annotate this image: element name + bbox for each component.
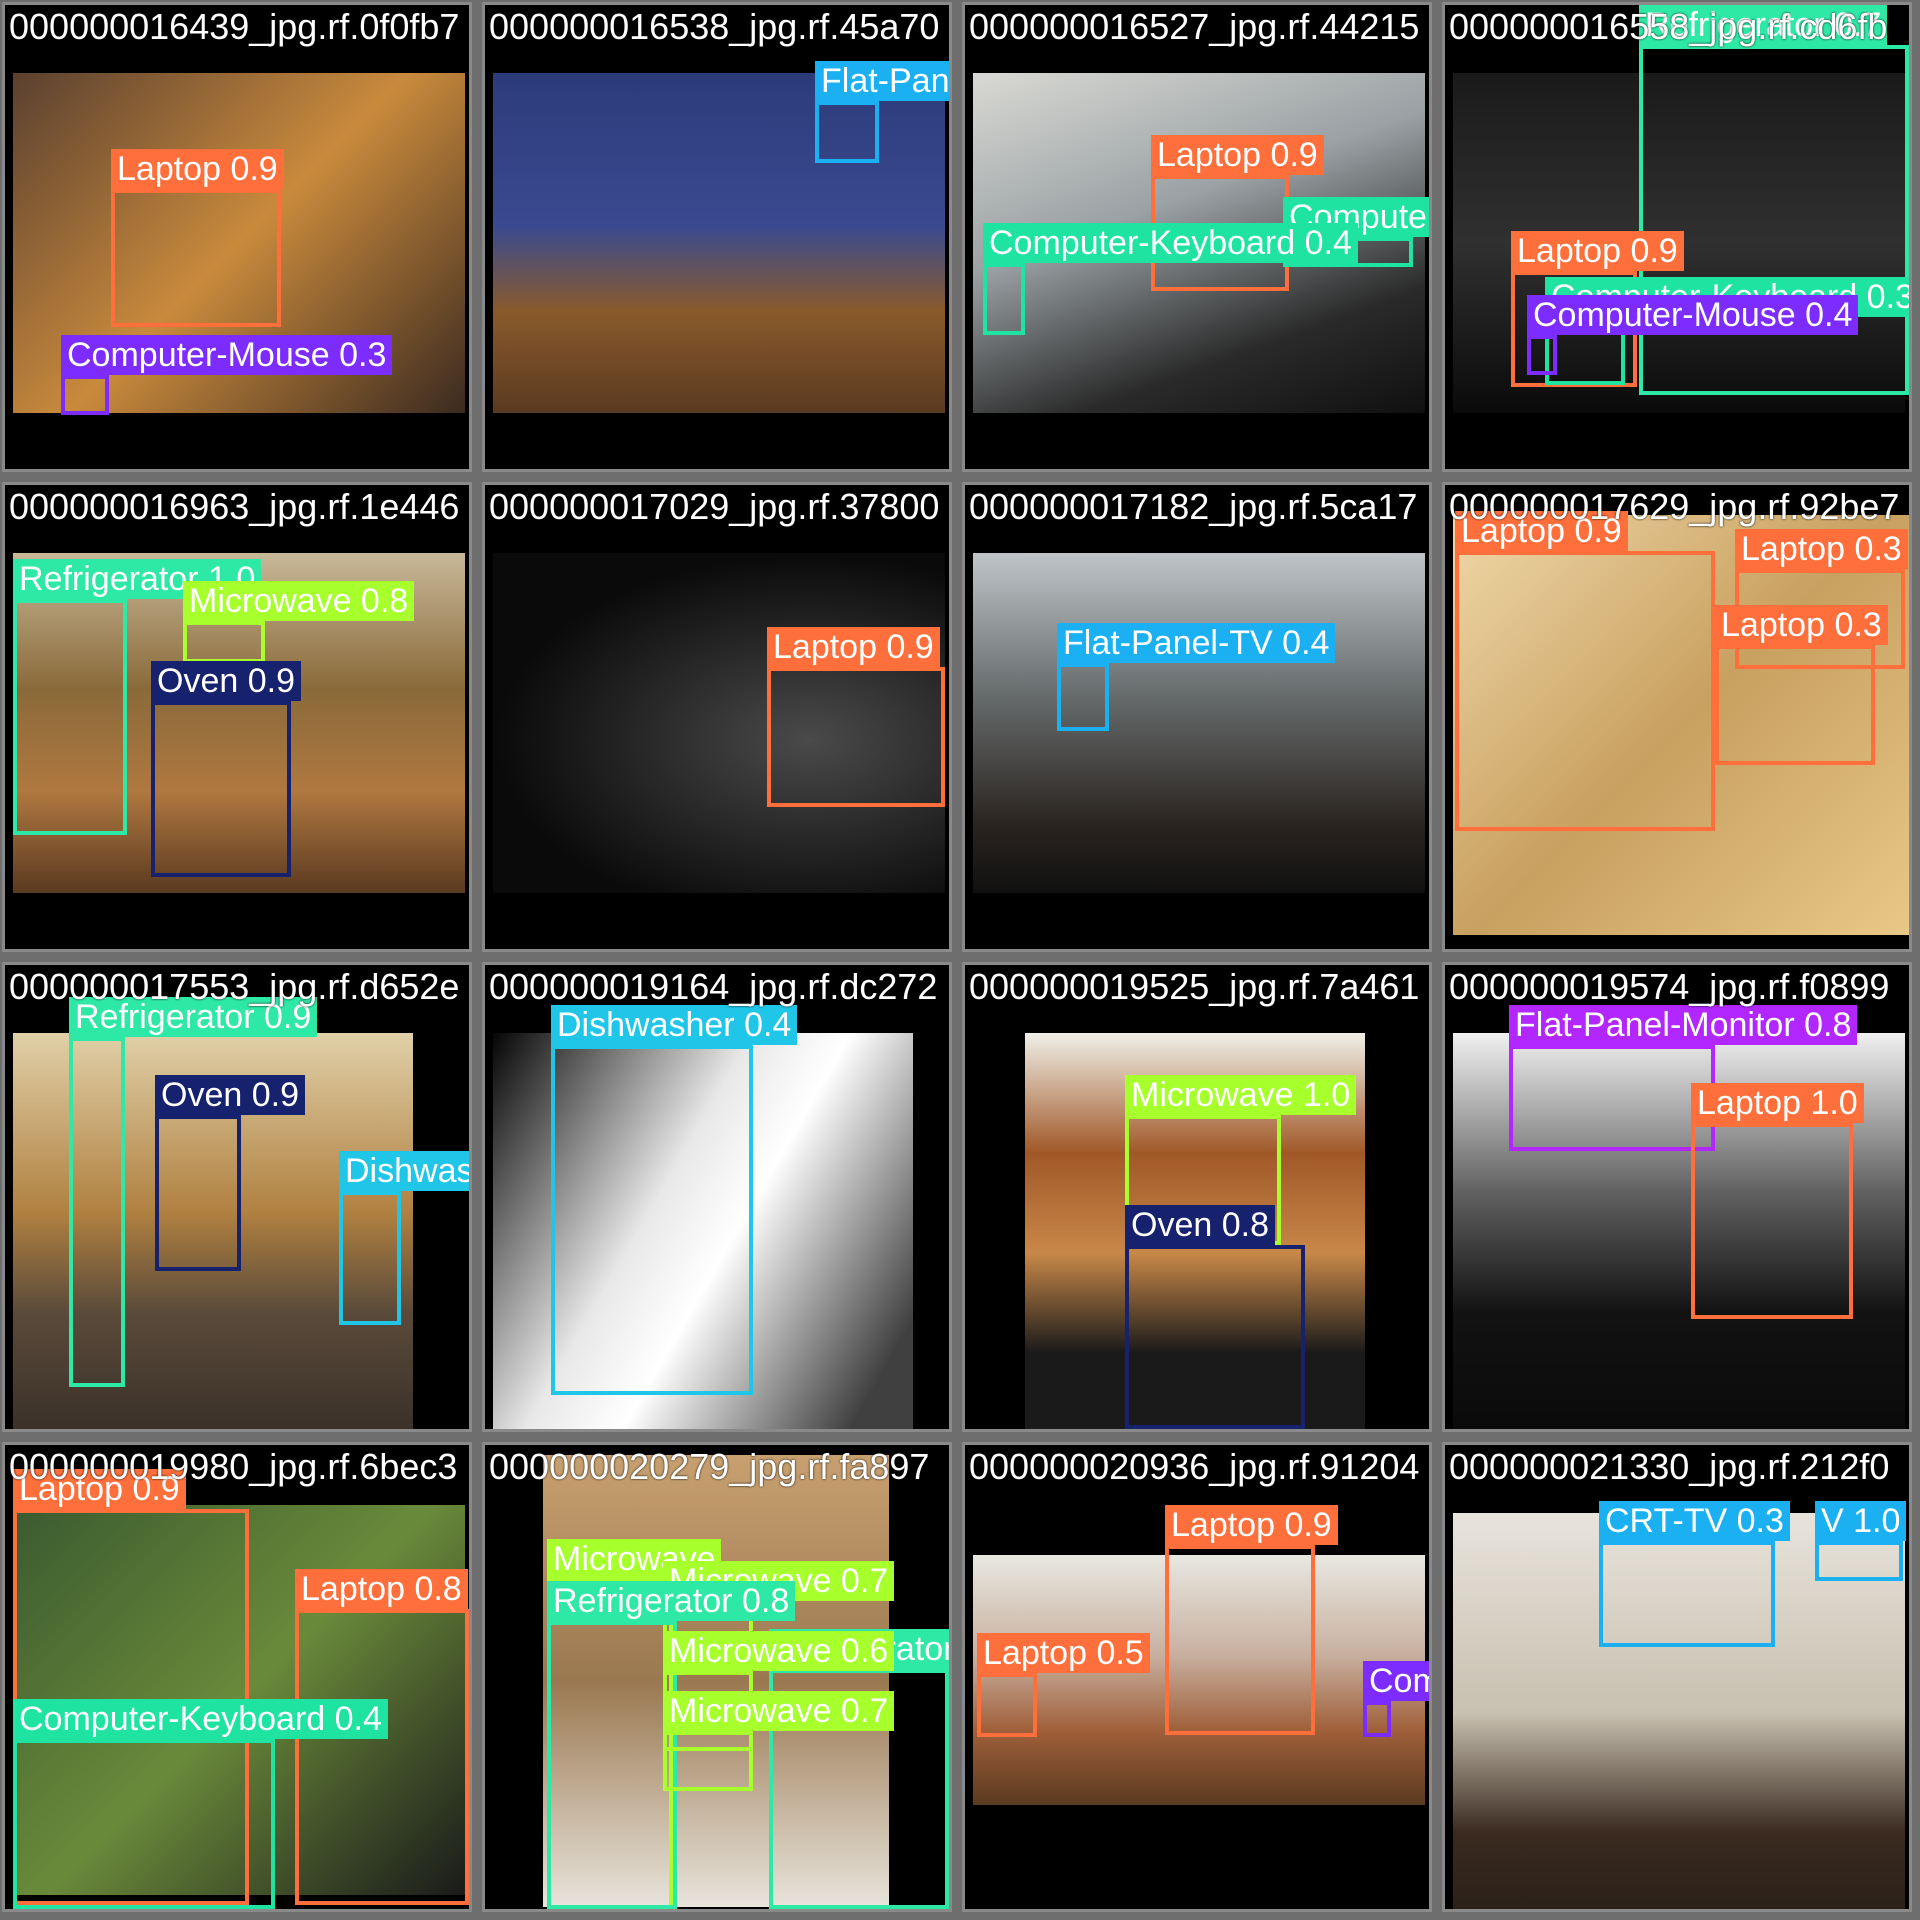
- detection-mosaic: 000000016439_jpg.rf.0f0fb7 Laptop 0.9 Comp…: [0, 0, 1920, 1920]
- detection-label: Computer-Keyboard 0.4: [13, 1699, 388, 1739]
- detection-label: Oven 0.8: [1125, 1205, 1275, 1245]
- image-tile: 000000017629_jpg.rf.92be7 Laptop 0.9 Lapto…: [1442, 482, 1912, 952]
- detection-box: [13, 599, 127, 835]
- image-tile: 000000017029_jpg.rf.37800 Laptop 0.9: [482, 482, 952, 952]
- image-filename: 000000016538_jpg.rf.45a70: [489, 6, 940, 47]
- image-filename: 000000016558_jpg.rf.cd6fb: [1449, 6, 1888, 47]
- image-filename: 000000019164_jpg.rf.dc272: [489, 966, 938, 1007]
- detection-label: Laptop 0.8: [295, 1569, 468, 1609]
- image-filename: 000000020279_jpg.rf.fa897: [489, 1446, 930, 1487]
- image-filename: 000000017553_jpg.rf.d652e: [9, 966, 460, 1007]
- image-tile: 000000019574_jpg.rf.f0899 Flat-Panel-Moni…: [1442, 962, 1912, 1432]
- image-tile: 000000021330_jpg.rf.212f0 CRT-TV 0.3 V 1.0: [1442, 1442, 1912, 1912]
- detection-label: Flat-Panel-TV 0.4: [1057, 623, 1336, 663]
- detection-box: [983, 263, 1025, 335]
- detection-box: [1599, 1541, 1775, 1647]
- image-tile: 000000017182_jpg.rf.5ca17 Flat-Panel-TV 0…: [962, 482, 1432, 952]
- detection-label: Laptop 0.9: [1151, 135, 1324, 175]
- detection-box: [767, 667, 945, 807]
- detection-label: Laptop 0.9: [1511, 231, 1684, 271]
- detection-box: [1363, 1701, 1391, 1737]
- image-tile: 000000019164_jpg.rf.dc272 Dishwasher 0.4: [482, 962, 952, 1432]
- detection-box: [1057, 663, 1109, 731]
- detection-label: Computer-Mouse 0.4: [1527, 295, 1859, 335]
- image-filename: 000000016963_jpg.rf.1e446: [9, 486, 460, 527]
- image-tile: 000000019525_jpg.rf.7a461 Microwave 1.0 Ov…: [962, 962, 1432, 1432]
- image-filename: 000000019980_jpg.rf.6bec3: [9, 1446, 458, 1487]
- detection-box: [547, 1621, 677, 1909]
- image-filename: 000000017029_jpg.rf.37800: [489, 486, 940, 527]
- detection-label: Laptop 0.9: [767, 627, 940, 667]
- detection-label: Computer-Keyboard 0.4: [983, 223, 1358, 263]
- image-tile: 000000016963_jpg.rf.1e446 Refrigerator 1.…: [2, 482, 472, 952]
- image-tile: 000000016527_jpg.rf.44215 Laptop 0.9 Compu…: [962, 2, 1432, 472]
- detection-label: Dishwasher 0.4: [551, 1005, 798, 1045]
- image-filename: 000000021330_jpg.rf.212f0: [1449, 1446, 1890, 1487]
- detection-box: [977, 1673, 1037, 1737]
- detection-box: [183, 621, 265, 663]
- photo: [973, 553, 1425, 893]
- detection-box: [815, 101, 879, 163]
- detection-box: [61, 375, 109, 415]
- image-filename: 000000016439_jpg.rf.0f0fb7: [9, 6, 460, 47]
- image-tile: 000000016538_jpg.rf.45a70 Flat-Panel-TV 0…: [482, 2, 952, 472]
- detection-box: [663, 1731, 753, 1791]
- detection-label: Flat-Panel-Monitor 0.8: [1509, 1005, 1858, 1045]
- detection-label: Laptop 0.5: [977, 1633, 1150, 1673]
- image-filename: 000000017182_jpg.rf.5ca17: [969, 486, 1418, 527]
- image-filename: 000000017629_jpg.rf.92be7: [1449, 486, 1900, 527]
- image-tile: 000000019980_jpg.rf.6bec3 Laptop 0.9 Lapto…: [2, 1442, 472, 1912]
- detection-box: [1165, 1545, 1315, 1735]
- detection-label: Laptop 0.9: [1165, 1505, 1338, 1545]
- image-tile: 000000020279_jpg.rf.fa897MicrowaveMicrow…: [482, 1442, 952, 1912]
- detection-label: Flat-Panel-TV 0.5: [815, 61, 949, 101]
- detection-label: Microwave 0.7: [663, 1691, 895, 1731]
- image-filename: 000000019525_jpg.rf.7a461: [969, 966, 1420, 1007]
- detection-box: [1639, 45, 1909, 395]
- detection-box: [111, 189, 281, 327]
- detection-label: Laptop 0.3: [1735, 529, 1908, 569]
- image-tile: 000000020936_jpg.rf.91204 Laptop 0.9 Lapto…: [962, 1442, 1432, 1912]
- detection-label: Computer-Mouse 0.8: [1363, 1661, 1429, 1701]
- detection-box: [1691, 1123, 1853, 1319]
- detection-box: [339, 1191, 401, 1325]
- detection-box: [1509, 1045, 1715, 1151]
- detection-box: [1715, 645, 1875, 765]
- image-tile: 000000016439_jpg.rf.0f0fb7 Laptop 0.9 Comp…: [2, 2, 472, 472]
- detection-box: [69, 1037, 125, 1387]
- image-tile: 000000016558_jpg.rf.cd6fb Refrigerator 0.…: [1442, 2, 1912, 472]
- detection-label: Microwave 1.0: [1125, 1075, 1357, 1115]
- image-filename: 000000016527_jpg.rf.44215: [969, 6, 1420, 47]
- detection-label: Refrigerator 0.8: [547, 1581, 796, 1621]
- detection-box: [13, 1739, 275, 1909]
- image-filename: 000000019574_jpg.rf.f0899: [1449, 966, 1890, 1007]
- detection-label: Dishwasher 0.3: [339, 1151, 469, 1191]
- detection-label: CRT-TV 0.3: [1599, 1501, 1790, 1541]
- detection-box: [1125, 1245, 1305, 1429]
- detection-box: [1815, 1541, 1903, 1581]
- detection-label: Laptop 1.0: [1691, 1083, 1864, 1123]
- detection-label: Oven 0.9: [155, 1075, 305, 1115]
- detection-box: [295, 1609, 469, 1905]
- image-tile: 000000017553_jpg.rf.d652e Refrigerator 0.…: [2, 962, 472, 1432]
- detection-label: Laptop 0.9: [111, 149, 284, 189]
- detection-box: [1527, 335, 1557, 375]
- detection-label: Oven 0.9: [151, 661, 301, 701]
- detection-box: [551, 1045, 753, 1395]
- detection-label: Computer-Mouse 0.3: [61, 335, 393, 375]
- detection-box: [155, 1115, 241, 1271]
- detection-box: [1455, 551, 1715, 831]
- detection-label: Microwave 0.8: [183, 581, 415, 621]
- detection-box: [151, 701, 291, 877]
- detection-label: Laptop 0.3: [1715, 605, 1888, 645]
- image-filename: 000000020936_jpg.rf.91204: [969, 1446, 1420, 1487]
- detection-label: Microwave 0.6: [663, 1631, 895, 1671]
- detection-label: V 1.0: [1815, 1501, 1907, 1541]
